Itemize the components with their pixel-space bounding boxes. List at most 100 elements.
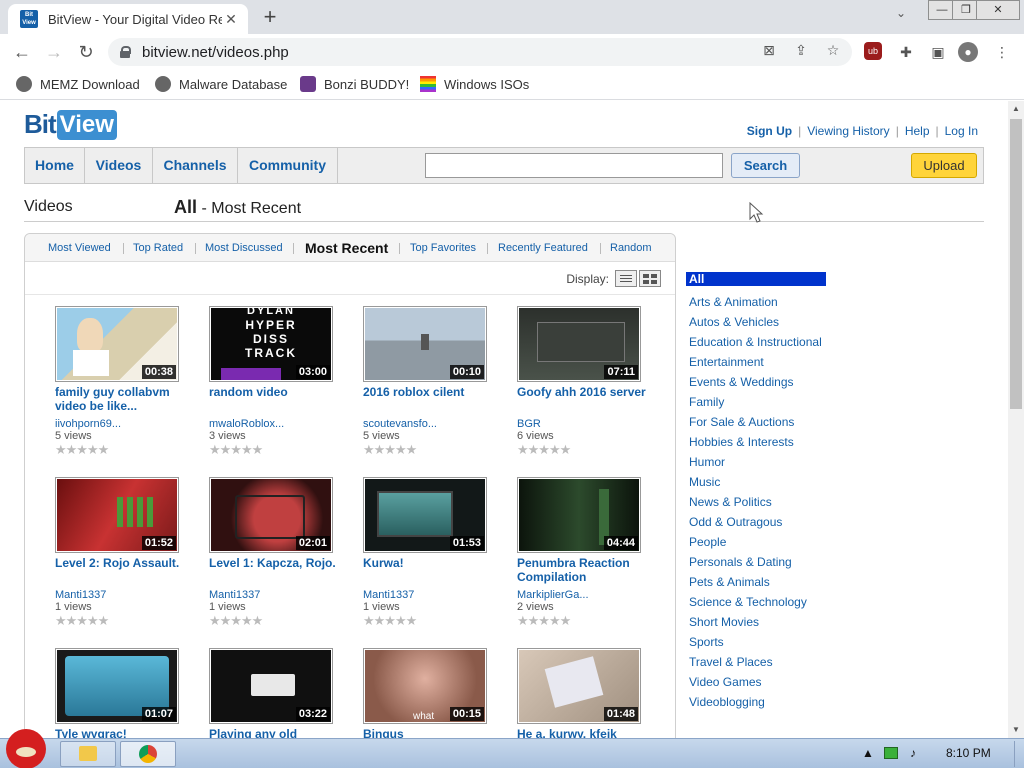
- video-thumbnail[interactable]: 01:52: [55, 477, 179, 553]
- menu-kebab-icon[interactable]: ⋮: [992, 42, 1012, 62]
- category-item[interactable]: Family: [686, 392, 836, 412]
- list-view-icon[interactable]: [615, 270, 637, 287]
- video-uploader[interactable]: iivohporn69...: [55, 418, 195, 430]
- video-uploader[interactable]: BGR: [517, 418, 657, 430]
- video-thumbnail[interactable]: 07:11: [517, 306, 641, 382]
- video-title[interactable]: Level 2: Rojo Assault.: [55, 556, 195, 586]
- log-in-link[interactable]: Log In: [939, 124, 984, 138]
- page-scrollbar[interactable]: ▲ ▼: [1008, 101, 1024, 738]
- category-item[interactable]: People: [686, 532, 836, 552]
- back-arrow-icon[interactable]: ←: [10, 40, 34, 64]
- forward-arrow-icon[interactable]: →: [42, 40, 66, 64]
- tab-most-recent[interactable]: Most Recent: [305, 240, 388, 256]
- video-title[interactable]: 2016 roblox cilent: [363, 385, 503, 415]
- video-thumbnail[interactable]: 04:44: [517, 477, 641, 553]
- help-link[interactable]: Help: [899, 124, 936, 138]
- video-title[interactable]: Tyle wygrac!: [55, 727, 195, 738]
- volume-icon[interactable]: ♪: [910, 746, 916, 760]
- system-clock[interactable]: 8:10 PM: [946, 746, 991, 760]
- category-item[interactable]: Video Games: [686, 672, 836, 692]
- scroll-up-icon[interactable]: ▲: [1008, 101, 1024, 117]
- viewing-history-link[interactable]: Viewing History: [801, 124, 895, 138]
- video-thumbnail[interactable]: what 00:15: [363, 648, 487, 724]
- video-uploader[interactable]: Manti1337: [55, 589, 195, 601]
- site-blocked-icon[interactable]: ⊠: [760, 42, 778, 59]
- show-desktop-button[interactable]: [1014, 741, 1024, 767]
- bookmark-malware-db[interactable]: Malware Database: [155, 76, 287, 92]
- video-title[interactable]: He a, kurwy, kfeik: [517, 727, 657, 738]
- upload-button[interactable]: Upload: [911, 153, 977, 178]
- video-thumbnail[interactable]: 03:22: [209, 648, 333, 724]
- scroll-thumb[interactable]: [1010, 119, 1022, 409]
- category-item[interactable]: Science & Technology: [686, 592, 836, 612]
- extensions-puzzle-icon[interactable]: ✚: [896, 42, 916, 62]
- tab-random[interactable]: Random: [610, 242, 652, 254]
- category-item[interactable]: Entertainment: [686, 352, 836, 372]
- video-thumbnail[interactable]: 02:01: [209, 477, 333, 553]
- category-item[interactable]: Pets & Animals: [686, 572, 836, 592]
- bookmark-star-icon[interactable]: ☆: [824, 42, 842, 59]
- video-title[interactable]: Kurwa!: [363, 556, 503, 586]
- video-thumbnail[interactable]: DYLAN HYPER DISS TRACK 03:00: [209, 306, 333, 382]
- video-title[interactable]: Level 1: Kapcza, Rojo.: [209, 556, 349, 586]
- video-uploader[interactable]: scoutevansfo...: [363, 418, 503, 430]
- video-title[interactable]: Penumbra Reaction Compilation: [517, 556, 657, 586]
- nav-community[interactable]: Community: [238, 148, 338, 183]
- tab-top-rated[interactable]: Top Rated: [133, 242, 183, 254]
- nav-home[interactable]: Home: [25, 148, 85, 183]
- bookmark-windows-isos[interactable]: Windows ISOs: [420, 76, 529, 92]
- video-thumbnail[interactable]: 00:38: [55, 306, 179, 382]
- sign-up-link[interactable]: Sign Up: [741, 124, 798, 138]
- tab-recently-featured[interactable]: Recently Featured: [498, 242, 588, 254]
- grid-view-icon[interactable]: [639, 270, 661, 287]
- video-title[interactable]: random video: [209, 385, 349, 415]
- category-item[interactable]: Arts & Animation: [686, 292, 836, 312]
- category-item[interactable]: News & Politics: [686, 492, 836, 512]
- video-thumbnail[interactable]: 01:48: [517, 648, 641, 724]
- category-item[interactable]: Short Movies: [686, 612, 836, 632]
- bitview-logo[interactable]: Bit View: [24, 109, 117, 140]
- scroll-down-icon[interactable]: ▼: [1008, 722, 1024, 738]
- video-uploader[interactable]: MarkiplierGa...: [517, 589, 657, 601]
- category-item[interactable]: Music: [686, 472, 836, 492]
- share-icon[interactable]: ⇪: [792, 42, 810, 59]
- window-close-button[interactable]: ✕: [976, 0, 1020, 20]
- tab-most-discussed[interactable]: Most Discussed: [205, 242, 283, 254]
- video-title[interactable]: Goofy ahh 2016 server: [517, 385, 657, 415]
- category-item[interactable]: Events & Weddings: [686, 372, 836, 392]
- address-bar[interactable]: bitview.net/videos.php: [108, 38, 852, 66]
- taskbar-explorer[interactable]: [60, 741, 116, 767]
- taskbar-chrome[interactable]: [120, 741, 176, 767]
- bookmark-bonzi[interactable]: Bonzi BUDDY!: [300, 76, 409, 92]
- nav-videos[interactable]: Videos: [85, 148, 153, 183]
- profile-avatar-icon[interactable]: ●: [958, 42, 978, 62]
- reload-icon[interactable]: ↻: [74, 40, 98, 64]
- tab-search-icon[interactable]: ⌄: [896, 6, 906, 20]
- category-item[interactable]: Hobbies & Interests: [686, 432, 836, 452]
- video-thumbnail[interactable]: 00:10: [363, 306, 487, 382]
- video-title[interactable]: family guy collabvm video be like...: [55, 385, 195, 415]
- tab-close-icon[interactable]: ✕: [222, 10, 240, 28]
- category-item[interactable]: Sports: [686, 632, 836, 652]
- tab-top-favorites[interactable]: Top Favorites: [410, 242, 476, 254]
- side-panel-icon[interactable]: ▣: [928, 42, 948, 62]
- category-item[interactable]: Personals & Dating: [686, 552, 836, 572]
- new-tab-button[interactable]: +: [258, 6, 282, 30]
- video-thumbnail[interactable]: 01:07: [55, 648, 179, 724]
- category-item[interactable]: Humor: [686, 452, 836, 472]
- video-uploader[interactable]: Manti1337: [363, 589, 503, 601]
- search-button[interactable]: Search: [731, 153, 800, 178]
- category-item[interactable]: Education & Instructional: [686, 332, 836, 352]
- category-item[interactable]: For Sale & Auctions: [686, 412, 836, 432]
- category-item[interactable]: Odd & Outragous: [686, 512, 836, 532]
- video-thumbnail[interactable]: 01:53: [363, 477, 487, 553]
- tray-arrow-icon[interactable]: ▲: [862, 746, 874, 760]
- video-uploader[interactable]: Manti1337: [209, 589, 349, 601]
- network-icon[interactable]: [884, 747, 898, 759]
- category-item[interactable]: Travel & Places: [686, 652, 836, 672]
- start-button-angry-bird-icon[interactable]: [6, 729, 46, 768]
- video-title[interactable]: Playing any old: [209, 727, 349, 738]
- category-item[interactable]: Autos & Vehicles: [686, 312, 836, 332]
- video-uploader[interactable]: mwaloRoblox...: [209, 418, 349, 430]
- tab-most-viewed[interactable]: Most Viewed: [48, 242, 111, 254]
